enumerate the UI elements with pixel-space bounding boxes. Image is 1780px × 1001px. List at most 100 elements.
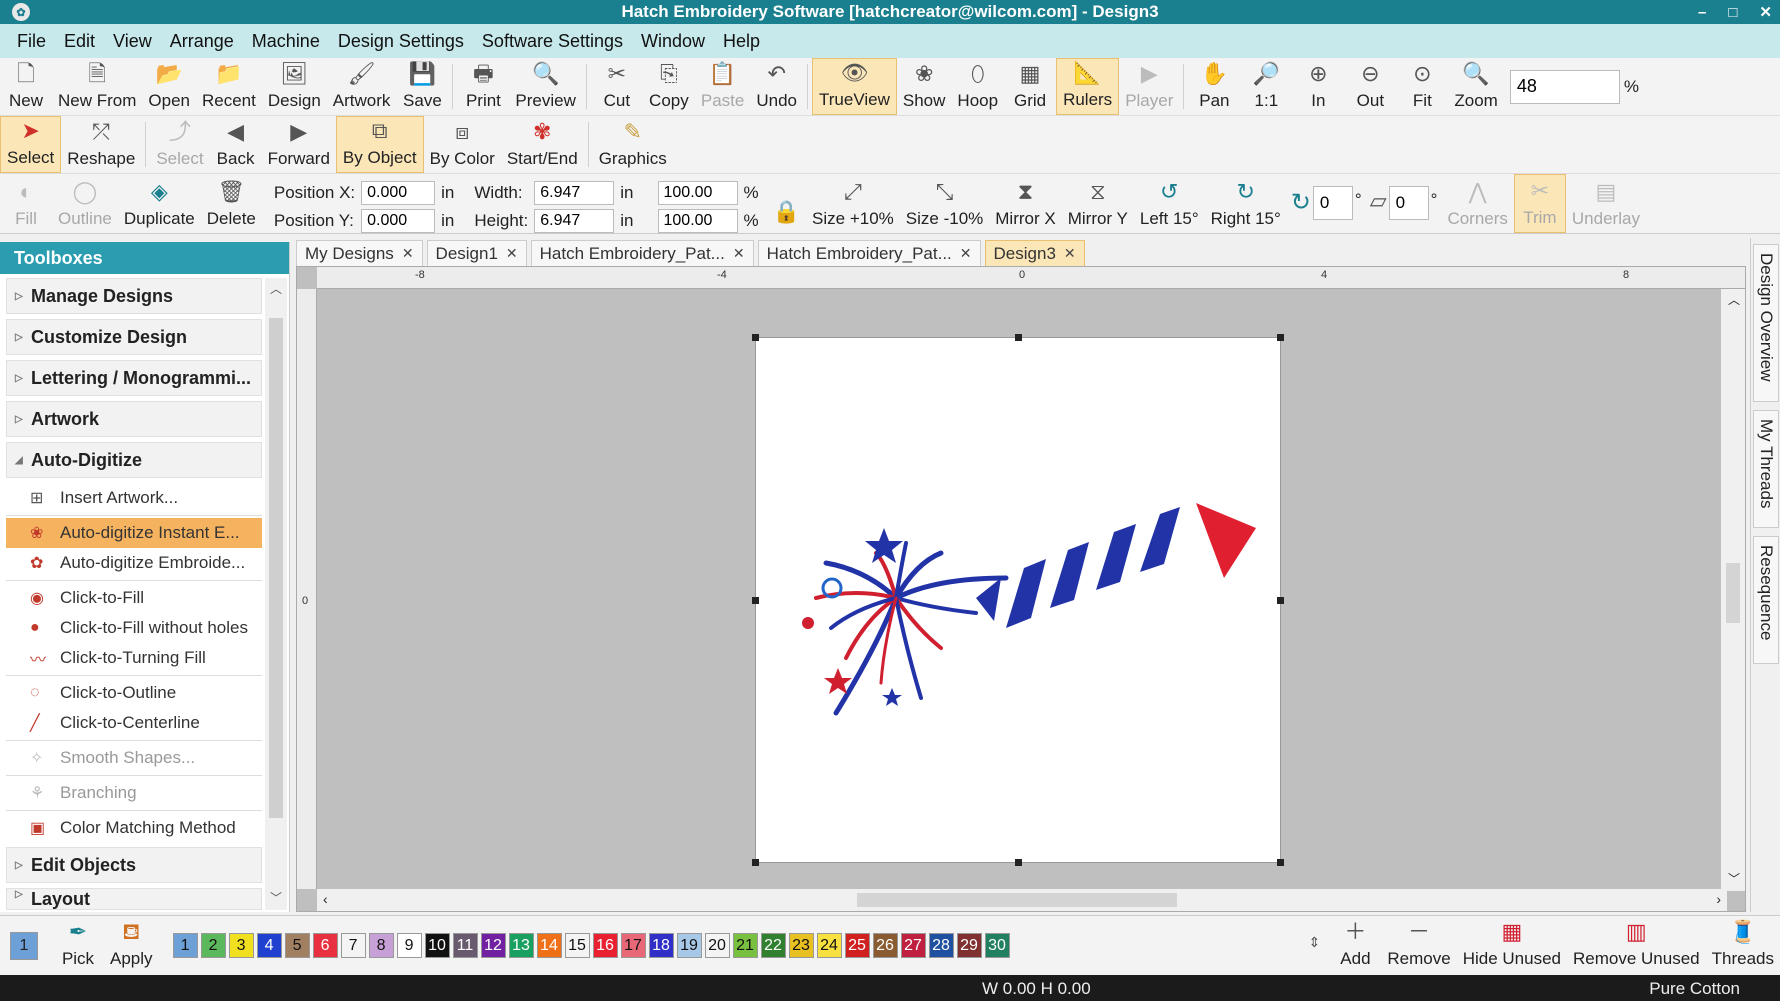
click-to-fill-item[interactable]: ◉ Click-to-Fill [6, 583, 262, 613]
app-logo-icon[interactable]: ✿ [12, 3, 30, 21]
close-tab-icon[interactable]: ✕ [506, 245, 518, 262]
start-end-button[interactable]: ✾ Start/End [501, 116, 584, 173]
width-input[interactable] [534, 180, 615, 205]
toolboxes-scrollbar[interactable]: ︿ ﹀ [265, 278, 287, 910]
size-minus-button[interactable]: ⤡ Size -10% [900, 174, 989, 233]
thread-swatch-2[interactable]: 2 [200, 933, 226, 958]
click-to-fill-no-holes-item[interactable]: ● Click-to-Fill without holes [6, 613, 262, 643]
rotate-left-15-button[interactable]: ↺ Left 15° [1134, 174, 1205, 233]
duplicate-button[interactable]: ◈ Duplicate [118, 174, 201, 233]
pan-button[interactable]: ✋ Pan [1188, 58, 1240, 115]
section-lettering[interactable]: ▷ Lettering / Monogrammi... [6, 360, 262, 396]
menu-machine[interactable]: Machine [243, 31, 329, 52]
horizontal-scroll-thumb[interactable] [857, 893, 1177, 907]
branching-item[interactable]: ⚘ Branching [6, 778, 262, 808]
canvas-horizontal-scrollbar[interactable]: ‹ › [317, 889, 1727, 911]
preview-button[interactable]: 🔍 Preview [509, 58, 581, 115]
design-canvas-area[interactable]: -8 -4 0 4 8 0 ‹ › ︿ ﹀ [296, 266, 1746, 912]
hoop-toggle[interactable]: ⬯ Hoop [951, 58, 1004, 115]
thread-swatch-23[interactable]: 23 [788, 933, 814, 958]
menu-edit[interactable]: Edit [55, 31, 104, 52]
menu-arrange[interactable]: Arrange [161, 31, 243, 52]
ruler-horizontal[interactable]: -8 -4 0 4 8 [317, 267, 1745, 289]
tab-my-designs[interactable]: My Designs ✕ [296, 240, 423, 266]
thread-swatch-22[interactable]: 22 [760, 933, 786, 958]
canvas-vertical-scrollbar[interactable]: ︿ ﹀ [1721, 289, 1745, 891]
trim-button[interactable]: ✂ Trim [1513, 174, 1566, 233]
thread-swatch-17[interactable]: 17 [620, 933, 646, 958]
thread-swatch-11[interactable]: 11 [452, 933, 478, 958]
thread-swatch-4[interactable]: 4 [256, 933, 282, 958]
current-color-swatch[interactable]: 1 [10, 931, 38, 960]
position-x-input[interactable] [361, 180, 436, 205]
hide-unused-button[interactable]: ▦ Hide Unused [1457, 919, 1567, 973]
forward-button[interactable]: ▶ Forward [262, 116, 336, 173]
select-tool-button[interactable]: ➤ Select [0, 116, 62, 173]
thread-swatch-27[interactable]: 27 [900, 933, 926, 958]
thread-swatch-21[interactable]: 21 [732, 933, 758, 958]
thread-swatch-30[interactable]: 30 [984, 933, 1010, 958]
thread-swatch-14[interactable]: 14 [536, 933, 562, 958]
thread-swatch-15[interactable]: 15 [564, 933, 590, 958]
outline-button[interactable]: ◯ Outline [52, 174, 118, 233]
minimize-button[interactable]: – [1698, 4, 1706, 21]
apply-color-button[interactable]: ⛾ Apply [104, 919, 159, 973]
maximize-button[interactable]: □ [1728, 4, 1737, 21]
click-to-centerline-item[interactable]: ╱ Click-to-Centerline [6, 708, 262, 738]
click-to-outline-item[interactable]: ◌ Click-to-Outline [6, 678, 262, 708]
close-tab-icon[interactable]: ✕ [402, 245, 414, 262]
insert-artwork-item[interactable]: ⊞ Insert Artwork... [6, 483, 262, 513]
thread-swatch-26[interactable]: 26 [872, 933, 898, 958]
paste-button[interactable]: 📋 Paste [695, 58, 750, 115]
pick-color-button[interactable]: ✒ Pick [52, 919, 104, 973]
thread-swatch-18[interactable]: 18 [648, 933, 674, 958]
menu-help[interactable]: Help [714, 31, 769, 52]
menu-software-settings[interactable]: Software Settings [473, 31, 632, 52]
reshape-tool-button[interactable]: ⤱ Reshape [61, 116, 141, 173]
palette-scroll-button[interactable]: ⇕ [1299, 929, 1329, 963]
recent-button[interactable]: 📁 Recent [196, 58, 262, 115]
menu-design-settings[interactable]: Design Settings [329, 31, 473, 52]
side-tab-design-overview[interactable]: Design Overview [1753, 244, 1779, 402]
scroll-right-icon[interactable]: › [1716, 891, 1721, 907]
section-auto-digitize[interactable]: ◢ Auto-Digitize [6, 442, 262, 478]
player-button[interactable]: ▶ Player [1119, 58, 1179, 115]
new-button[interactable]: 🗋 New [0, 58, 52, 115]
size-plus-button[interactable]: ⤢ Size +10% [806, 174, 900, 233]
select-object-button[interactable]: ⤴ Select [150, 116, 209, 173]
tab-design1[interactable]: Design1 ✕ [426, 240, 527, 266]
close-tab-icon[interactable]: ✕ [960, 245, 972, 262]
rotate-angle-input[interactable] [1312, 186, 1353, 220]
section-customize-design[interactable]: ▷ Customize Design [6, 319, 262, 355]
vertical-scroll-thumb[interactable] [1726, 563, 1740, 623]
threads-button[interactable]: 🧵 Threads [1706, 919, 1780, 973]
thread-swatch-28[interactable]: 28 [928, 933, 954, 958]
by-color-button[interactable]: ⧈ By Color [424, 116, 501, 173]
show-dropdown[interactable]: ❀ Show [897, 58, 952, 115]
trueview-toggle[interactable]: 👁 TrueView [812, 58, 897, 115]
graphics-button[interactable]: ✎ Graphics [593, 116, 673, 173]
fill-button[interactable]: ◐ Fill [0, 174, 52, 233]
proportional-lock-button[interactable]: 🔒 [767, 174, 806, 233]
thread-swatch-6[interactable]: 6 [312, 933, 338, 958]
zoom-in-button[interactable]: ⊕ In [1292, 58, 1344, 115]
corners-button[interactable]: ⋀ Corners [1441, 174, 1513, 233]
scroll-up-icon[interactable]: ︿ [1728, 291, 1740, 308]
zoom-level-input[interactable] [1509, 69, 1620, 104]
thread-swatch-19[interactable]: 19 [676, 933, 702, 958]
thread-swatch-5[interactable]: 5 [284, 933, 310, 958]
section-manage-designs[interactable]: ▷ Manage Designs [6, 278, 262, 314]
thread-swatch-10[interactable]: 10 [424, 933, 450, 958]
copy-button[interactable]: ⎘ Copy [643, 58, 695, 115]
slant-angle-input[interactable] [1388, 186, 1429, 220]
thread-swatch-12[interactable]: 12 [480, 933, 506, 958]
open-button[interactable]: 📂 Open [142, 58, 196, 115]
back-button[interactable]: ◀ Back [210, 116, 262, 173]
undo-button[interactable]: ↶ Undo [750, 58, 803, 115]
underlay-button[interactable]: ▤ Underlay [1566, 174, 1646, 233]
design-button[interactable]: 🖼 Design [262, 58, 327, 115]
thread-swatch-9[interactable]: 9 [396, 933, 422, 958]
menu-file[interactable]: File [8, 31, 55, 52]
remove-color-button[interactable]: － Remove [1381, 919, 1456, 973]
scroll-left-icon[interactable]: ‹ [323, 891, 328, 907]
